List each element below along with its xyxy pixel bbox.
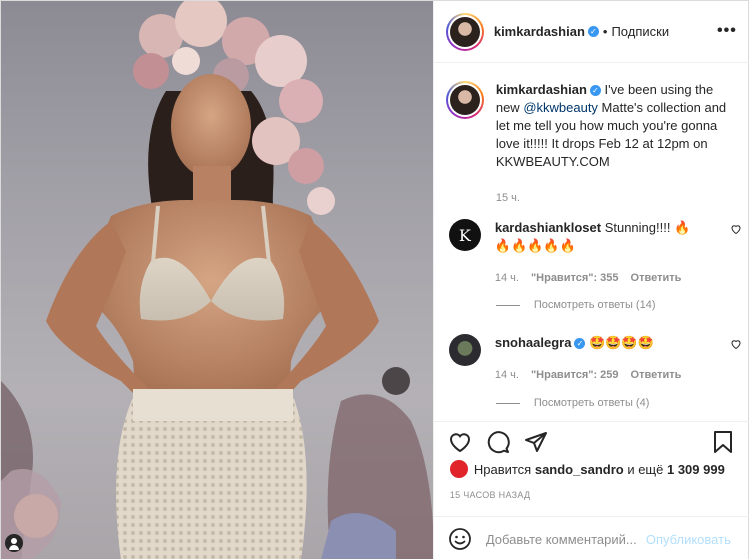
comment-item: K kardashiankloset Stunning!!!! 🔥🔥🔥🔥🔥🔥 1… <box>446 219 742 287</box>
post-header: kimkardashian ✓ • Подписки ••• <box>433 1 749 63</box>
comment-input[interactable] <box>485 531 646 547</box>
verified-badge-icon: ✓ <box>589 85 601 97</box>
comment-item: snohaalegra ✓ 🤩🤩🤩🤩 14 ч. "Нравится": 259 … <box>446 334 742 384</box>
view-replies-button[interactable]: Посмотреть ответы (4) <box>495 397 650 409</box>
caption-author-username[interactable]: kimkardashian <box>496 82 587 97</box>
publish-button[interactable]: Опубликовать <box>646 532 731 547</box>
comment-likes-count[interactable]: "Нравится": 355 <box>531 269 619 287</box>
caption-mention-link[interactable]: @kkwbeauty <box>523 100 598 115</box>
likes-count[interactable]: 1 309 999 <box>667 462 725 477</box>
author-avatar[interactable] <box>445 12 484 51</box>
post-photo[interactable] <box>1 1 433 559</box>
photo-illustration <box>1 1 433 559</box>
view-replies-label: Посмотреть ответы (4) <box>533 397 650 409</box>
author-username[interactable]: kimkardashian <box>494 24 585 39</box>
caption-author-avatar[interactable] <box>445 81 484 119</box>
reply-button[interactable]: Ответить <box>631 269 682 287</box>
comment-text: 🤩🤩🤩🤩 <box>589 335 654 350</box>
following-button[interactable]: Подписки <box>611 24 669 39</box>
commenter-username[interactable]: snohaalegra <box>495 335 572 350</box>
view-replies-button[interactable]: Посмотреть ответы (14) <box>495 299 656 311</box>
caption-time[interactable]: 15 ч. <box>496 189 732 207</box>
heart-icon[interactable] <box>448 430 472 454</box>
comment-time[interactable]: 14 ч. <box>495 366 519 384</box>
likes-prefix: Нравится <box>473 461 532 477</box>
emoji-icon[interactable] <box>448 527 472 551</box>
post-actions: Нравится sando_sandro и ещё 1 309 999 15… <box>433 421 749 559</box>
share-icon[interactable] <box>524 430 548 454</box>
comment-icon[interactable] <box>486 430 510 454</box>
liker-username[interactable]: sando_sandro <box>535 462 624 477</box>
header-separator: • <box>602 24 608 39</box>
comment-time[interactable]: 14 ч. <box>495 269 519 287</box>
commenter-username[interactable]: kardashiankloset <box>495 220 601 235</box>
verified-badge-icon: ✓ <box>574 338 586 350</box>
post-details-panel: kimkardashian ✓ • Подписки ••• kimkardas… <box>432 1 749 559</box>
commenter-avatar[interactable] <box>448 334 481 366</box>
verified-badge-icon: ✓ <box>587 26 599 37</box>
post-timestamp[interactable]: 15 ЧАСОВ НАЗАД <box>450 490 531 500</box>
liker-avatar[interactable] <box>449 460 468 478</box>
likes-summary[interactable]: Нравится sando_sandro и ещё 1 309 999 <box>449 460 725 478</box>
post-caption: kimkardashian ✓ I've been using the new @… <box>445 81 742 207</box>
instagram-post-modal: kimkardashian ✓ • Подписки ••• kimkardas… <box>0 0 749 559</box>
user-tag-icon[interactable] <box>5 534 23 552</box>
comment-likes-count[interactable]: "Нравится": 259 <box>531 366 619 384</box>
more-icon[interactable]: ••• <box>717 22 737 40</box>
comment-like-heart-icon[interactable] <box>730 223 742 235</box>
likes-middle: и ещё <box>627 461 664 477</box>
comment-like-heart-icon[interactable] <box>730 338 742 350</box>
commenter-avatar[interactable]: K <box>448 219 481 251</box>
view-replies-label: Посмотреть ответы (14) <box>533 299 656 311</box>
add-comment-section: Опубликовать <box>433 516 749 559</box>
bookmark-icon[interactable] <box>711 430 735 454</box>
reply-button[interactable]: Ответить <box>631 366 682 384</box>
